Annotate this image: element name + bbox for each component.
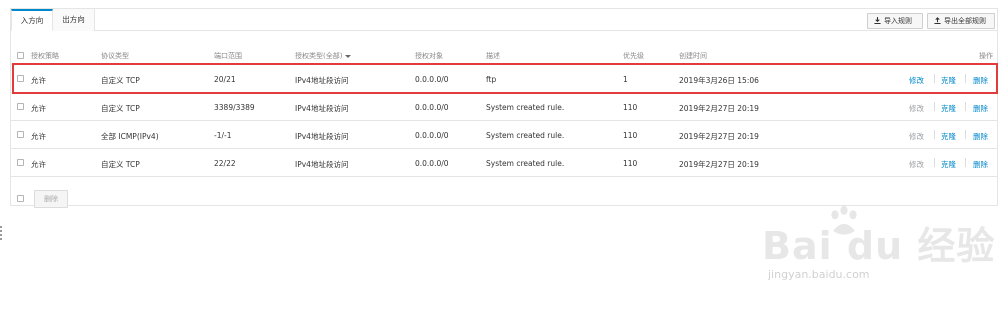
header-port: 端口范围 <box>214 52 242 60</box>
cell-desc: System created rule. <box>486 159 565 168</box>
table-row: 允许 全部 ICMP(IPv4) -1/-1 IPv4地址段访问 0.0.0.0… <box>11 121 997 149</box>
cell-desc: ftp <box>486 75 497 84</box>
clone-link[interactable]: 克隆 <box>941 131 956 142</box>
cell-desc: System created rule. <box>486 103 565 112</box>
cell-target: 0.0.0.0/0 <box>415 131 449 140</box>
cell-target: 0.0.0.0/0 <box>415 103 449 112</box>
cell-auth-type: IPv4地址段访问 <box>295 76 349 85</box>
edit-link-disabled: 修改 <box>909 160 924 169</box>
export-icon <box>934 17 941 24</box>
action-divider <box>965 130 966 139</box>
cell-target: 0.0.0.0/0 <box>415 75 449 84</box>
import-rules-button[interactable]: 导入规则 <box>867 13 923 29</box>
watermark-url: jingyan.baidu.com <box>768 268 870 281</box>
select-all-checkbox[interactable] <box>17 52 24 59</box>
cell-priority: 110 <box>623 159 638 168</box>
delete-link[interactable]: 删除 <box>973 103 988 114</box>
action-divider <box>965 102 966 111</box>
cell-port: -1/-1 <box>214 131 232 140</box>
cell-protocol: 自定义 TCP <box>101 104 140 113</box>
action-divider <box>934 158 935 167</box>
header-ops: 操作 <box>979 52 993 60</box>
edge-handle <box>0 226 2 240</box>
action-divider <box>934 130 935 139</box>
cell-priority: 110 <box>623 131 638 140</box>
cell-desc: System created rule. <box>486 131 565 140</box>
cell-policy: 允许 <box>31 132 46 141</box>
cell-auth-type: IPv4地址段访问 <box>295 104 349 113</box>
action-divider <box>934 74 935 83</box>
cell-created: 2019年2月27日 20:19 <box>679 104 759 113</box>
cell-port: 20/21 <box>214 75 236 84</box>
delete-link[interactable]: 删除 <box>973 159 988 170</box>
delete-link[interactable]: 删除 <box>973 75 988 86</box>
clone-link[interactable]: 克隆 <box>941 103 956 114</box>
table-row: 允许 自定义 TCP 22/22 IPv4地址段访问 0.0.0.0/0 Sys… <box>11 149 997 177</box>
action-divider <box>965 74 966 83</box>
action-divider <box>934 102 935 111</box>
cell-target: 0.0.0.0/0 <box>415 159 449 168</box>
cell-created: 2019年3月26日 15:06 <box>679 76 759 85</box>
header-auth-type-label: 授权类型(全部) <box>295 52 343 60</box>
caret-down-icon <box>345 54 352 58</box>
clone-link[interactable]: 克隆 <box>941 159 956 170</box>
watermark-logo: Bai du 经验 <box>762 224 996 268</box>
row-checkbox[interactable] <box>17 75 24 82</box>
cell-created: 2019年2月27日 20:19 <box>679 160 759 169</box>
delete-link[interactable]: 删除 <box>973 131 988 142</box>
table-row: 允许 自定义 TCP 3389/3389 IPv4地址段访问 0.0.0.0/0… <box>11 93 997 121</box>
export-all-rules-button[interactable]: 导出全部规则 <box>927 13 995 29</box>
edit-link-disabled: 修改 <box>909 104 924 113</box>
cell-protocol: 自定义 TCP <box>101 76 140 85</box>
tab-outbound[interactable]: 出方向 <box>53 9 95 31</box>
cell-protocol: 自定义 TCP <box>101 160 140 169</box>
cell-created: 2019年2月27日 20:19 <box>679 132 759 141</box>
header-desc: 描述 <box>486 52 500 60</box>
header-priority: 优先级 <box>623 52 644 60</box>
cell-priority: 110 <box>623 103 638 112</box>
row-checkbox[interactable] <box>17 103 24 110</box>
import-rules-label: 导入规则 <box>884 17 912 25</box>
header-target: 授权对象 <box>415 52 443 60</box>
action-divider <box>965 158 966 167</box>
cell-port: 22/22 <box>214 159 236 168</box>
cell-auth-type: IPv4地址段访问 <box>295 160 349 169</box>
cell-policy: 允许 <box>31 76 46 85</box>
clone-link[interactable]: 克隆 <box>941 75 956 86</box>
direction-tabs: 入方向 出方向 <box>11 9 997 31</box>
header-policy: 授权策略 <box>31 52 59 60</box>
cell-policy: 允许 <box>31 160 46 169</box>
row-checkbox[interactable] <box>17 131 24 138</box>
tab-inbound[interactable]: 入方向 <box>11 9 53 31</box>
cell-port: 3389/3389 <box>214 103 255 112</box>
cell-auth-type: IPv4地址段访问 <box>295 132 349 141</box>
cell-protocol: 全部 ICMP(IPv4) <box>101 132 159 141</box>
footer-select-all-checkbox[interactable] <box>17 195 24 202</box>
security-group-rules-panel: 入方向 出方向 导入规则 导出全部规则 授权策略 协议类型 端口范围 授权类型(… <box>10 8 998 208</box>
export-all-rules-label: 导出全部规则 <box>944 17 986 25</box>
bulk-delete-button[interactable]: 删除 <box>34 190 68 208</box>
table-row: 允许 自定义 TCP 20/21 IPv4地址段访问 0.0.0.0/0 ftp… <box>11 65 997 93</box>
table-header: 授权策略 协议类型 端口范围 授权类型(全部) 授权对象 描述 优先级 创建时间… <box>11 45 997 65</box>
edit-link-disabled: 修改 <box>909 132 924 141</box>
header-auth-type-filter[interactable]: 授权类型(全部) <box>295 51 352 61</box>
row-checkbox[interactable] <box>17 159 24 166</box>
header-created: 创建时间 <box>679 52 707 60</box>
cell-policy: 允许 <box>31 104 46 113</box>
header-protocol: 协议类型 <box>101 52 129 60</box>
edit-link[interactable]: 修改 <box>909 75 924 86</box>
import-icon <box>874 17 881 24</box>
cell-priority: 1 <box>623 75 628 84</box>
